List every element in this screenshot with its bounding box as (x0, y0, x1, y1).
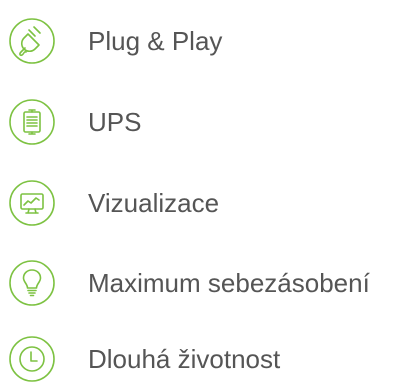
feature-label: Vizualizace (88, 188, 220, 218)
ups-icon (8, 98, 56, 146)
feature-label: UPS (88, 107, 142, 137)
feature-list: Plug & Play UPS Vizualizace Maximum sebe… (0, 0, 417, 383)
lightbulb-icon (8, 259, 56, 307)
feature-item-ups: UPS (8, 98, 141, 146)
feature-label: Maximum sebezásobení (88, 268, 370, 298)
clock-icon (8, 335, 56, 383)
plug-icon (8, 17, 56, 65)
feature-item-maximum-sebezasobeni: Maximum sebezásobení (8, 259, 370, 307)
monitor-chart-icon (8, 179, 56, 227)
feature-item-dlouha-zivotnost: Dlouhá životnost (8, 335, 280, 383)
feature-label: Plug & Play (88, 26, 223, 56)
feature-item-vizualizace: Vizualizace (8, 179, 219, 227)
feature-item-plug-and-play: Plug & Play (8, 17, 222, 65)
feature-label: Dlouhá životnost (88, 344, 281, 374)
